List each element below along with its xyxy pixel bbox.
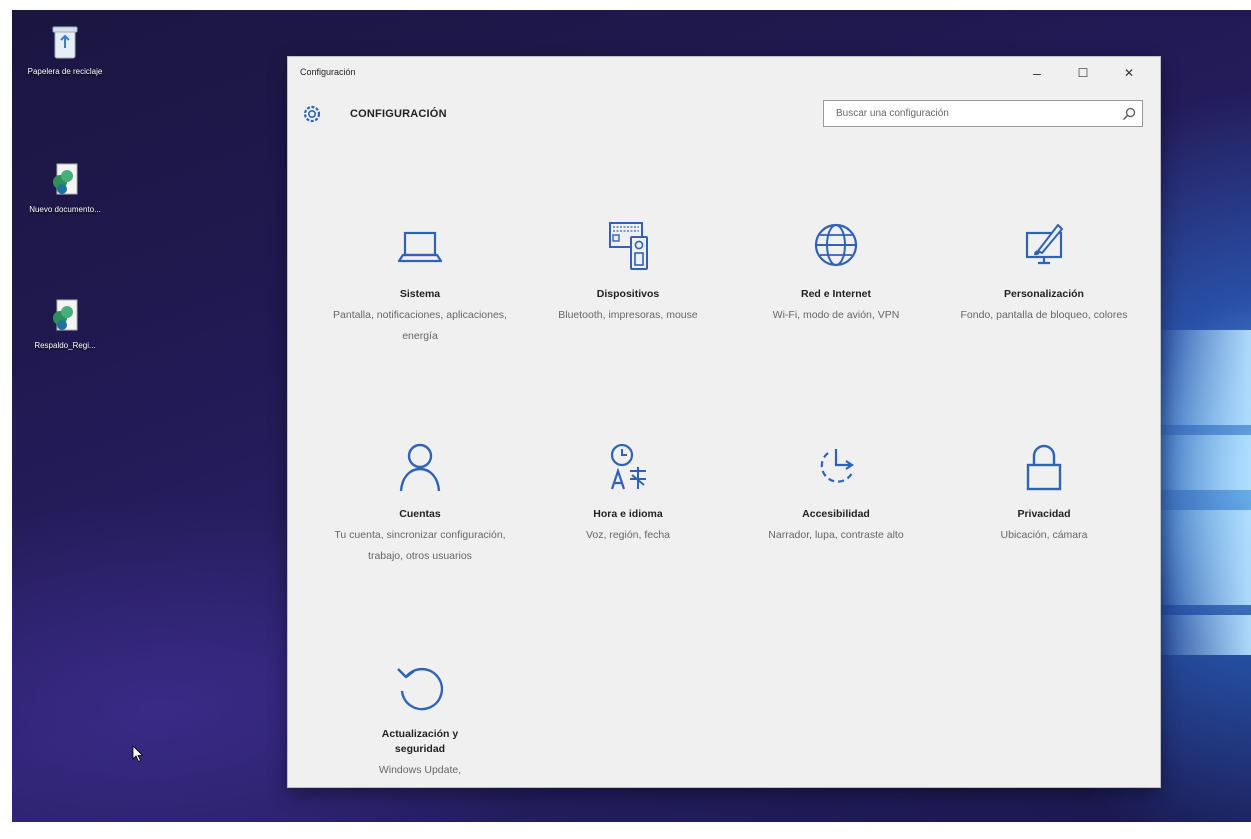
tile-sistema[interactable]: Sistema Pantalla, notificaciones, aplica… (320, 217, 520, 347)
tile-description: Bluetooth, impresoras, mouse (558, 309, 698, 321)
search-icon[interactable] (1122, 107, 1136, 121)
tile-title: Dispositivos (596, 288, 660, 300)
mouse-pointer-icon (132, 745, 144, 763)
person-icon (399, 443, 441, 492)
wallpaper-light-beam (1156, 330, 1251, 425)
laptop-icon (397, 231, 443, 263)
gear-icon (303, 105, 321, 123)
tile-description: Ubicación, cámara (1000, 529, 1088, 541)
wallpaper-light-beam (1156, 615, 1251, 655)
tile-description: Windows Update, (378, 764, 462, 776)
tile-description: Narrador, lupa, contraste alto (768, 529, 904, 541)
tile-title: Personalización (1004, 288, 1084, 300)
accessibility-icon (820, 449, 854, 483)
tile-actualizacion-seguridad[interactable]: Actualización y seguridad Windows Update… (320, 657, 520, 781)
tile-description: Fondo, pantalla de bloqueo, colores (960, 309, 1128, 321)
wallpaper-light-beam (1156, 510, 1251, 605)
tile-personalizacion[interactable]: Personalización Fondo, pantalla de bloqu… (944, 217, 1144, 326)
tile-red-internet[interactable]: Red e Internet Wi-Fi, modo de avión, VPN (736, 217, 936, 326)
tile-description: Wi-Fi, modo de avión, VPN (772, 309, 900, 321)
desktop-icon-new-document[interactable]: Nuevo documento... (26, 162, 104, 215)
refresh-icon (397, 667, 444, 711)
desktop-icon-recycle-bin[interactable]: Papelera de reciclaje (26, 24, 104, 77)
tile-accesibilidad[interactable]: Accesibilidad Narrador, lupa, contraste … (736, 437, 936, 546)
desktop-icon-label: Papelera de reciclaje (27, 67, 103, 76)
tile-title: Hora e idioma (593, 508, 663, 520)
settings-header: CONFIGURACIÓN (288, 89, 1160, 137)
tile-title: Accesibilidad (802, 508, 870, 520)
close-button[interactable]: ✕ (1106, 57, 1152, 89)
tile-privacidad[interactable]: Privacidad Ubicación, cámara (944, 437, 1144, 546)
search-box[interactable] (823, 100, 1143, 127)
tile-title: Privacidad (1017, 508, 1071, 520)
tile-cuentas[interactable]: Cuentas Tu cuenta, sincronizar configura… (320, 437, 520, 567)
recycle-bin-icon (52, 26, 78, 59)
maximize-button[interactable]: ☐ (1060, 57, 1106, 89)
settings-window: Configuración – ☐ ✕ CONFIGURACIÓN Sistem… (288, 57, 1160, 787)
tile-dispositivos[interactable]: Dispositivos Bluetooth, impresoras, mous… (528, 217, 728, 326)
tile-title: Red e Internet (800, 288, 871, 300)
title-bar[interactable]: Configuración – ☐ ✕ (288, 57, 1160, 89)
lock-icon (1026, 444, 1062, 491)
tile-description: Tu cuenta, sincronizar configuración, tr… (334, 529, 506, 562)
paint-monitor-icon (1025, 224, 1063, 265)
desktop-icon-label: Nuevo documento... (29, 205, 101, 214)
wallpaper-light-beam (1156, 435, 1251, 490)
registry-file-icon (53, 163, 78, 195)
tile-description: Pantalla, notificaciones, aplicaciones, … (333, 309, 507, 342)
tile-title: Actualización y seguridad (381, 728, 459, 755)
devices-icon (609, 222, 648, 270)
tile-title: Cuentas (399, 508, 441, 520)
minimize-button[interactable]: – (1014, 57, 1060, 89)
desktop-icon-registry-backup[interactable]: Respaldo_Regi... (26, 298, 104, 351)
search-input[interactable] (824, 101, 1114, 126)
globe-icon (814, 223, 858, 267)
tile-description: Voz, región, fecha (585, 529, 671, 541)
window-title: Configuración (300, 67, 356, 77)
registry-file-icon (53, 299, 78, 331)
page-title: CONFIGURACIÓN (350, 108, 447, 120)
time-language-icon (610, 443, 646, 490)
tile-hora-idioma[interactable]: Hora e idioma Voz, región, fecha (528, 437, 728, 546)
desktop-icon-label: Respaldo_Regi... (34, 341, 96, 350)
tile-title: Sistema (399, 288, 441, 300)
